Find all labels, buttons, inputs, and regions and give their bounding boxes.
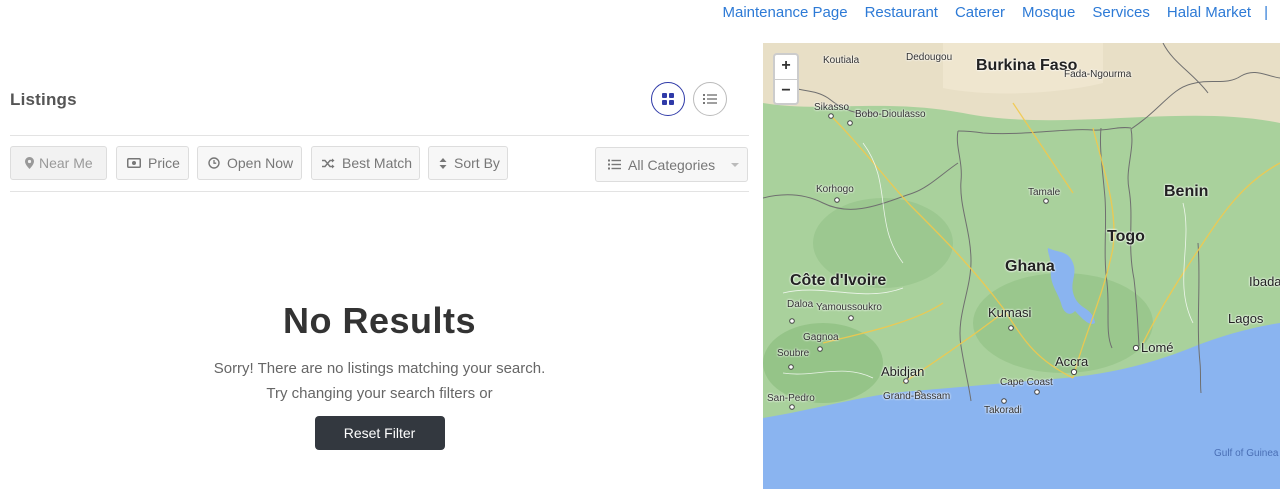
chevron-down-icon (731, 163, 739, 167)
map-label-town: Soubre (777, 348, 810, 359)
map-label-town: Dedougou (906, 52, 953, 63)
map-pin-icon (25, 157, 34, 169)
map[interactable]: + − Burkina Faso Benin Togo Ghana Côte d… (763, 43, 1280, 489)
map-label-town: Tamale (1028, 187, 1061, 198)
map-label-town: Takoradi (984, 405, 1022, 416)
nav-services[interactable]: Services (1092, 4, 1150, 21)
map-label-town: Fada-Ngourma (1064, 69, 1132, 80)
grid-view-button[interactable] (651, 82, 685, 116)
near-me-button[interactable]: Near Me (10, 146, 107, 180)
nav-restaurant[interactable]: Restaurant (865, 4, 938, 21)
list-icon (608, 159, 621, 170)
grid-icon (662, 93, 674, 105)
price-label: Price (148, 155, 180, 171)
map-label-city: Ibadan (1249, 274, 1280, 289)
map-label-city: Lagos (1228, 311, 1264, 326)
map-label-country: Togo (1107, 228, 1145, 245)
map-label-town: Yamoussoukro (816, 302, 882, 313)
open-now-button[interactable]: Open Now (197, 146, 302, 180)
near-me-label: Near Me (39, 155, 93, 171)
listings-title: Listings (10, 90, 77, 109)
map-label-town: Koutiala (823, 55, 860, 66)
map-label-city: Accra (1055, 354, 1089, 369)
no-results-message: Sorry! There are no listings matching yo… (213, 360, 546, 377)
map-label-city: Kumasi (988, 305, 1032, 320)
map-label-town: Cape Coast (1000, 377, 1053, 388)
top-nav: Maintenance Page Restaurant Caterer Mosq… (722, 0, 1280, 24)
price-filter-button[interactable]: Price (116, 146, 189, 180)
divider (10, 135, 749, 136)
map-label-town: Sikasso (814, 102, 850, 113)
money-icon (127, 158, 141, 168)
best-match-label: Best Match (342, 155, 413, 171)
map-zoom-control: + − (773, 53, 799, 105)
map-label-country: Burkina Faso (976, 57, 1078, 74)
sort-by-label: Sort By (454, 155, 500, 171)
nav-mosque[interactable]: Mosque (1022, 4, 1075, 21)
listings-panel: Listings Near Me Price Open Now Best Mat… (10, 0, 749, 489)
map-label-country: Côte d'Ivoire (790, 272, 887, 289)
map-label-town: San-Pedro (767, 393, 815, 404)
categories-value: All Categories (628, 156, 716, 173)
empty-state: No Results Sorry! There are no listings … (10, 300, 749, 450)
no-results-heading: No Results (282, 300, 477, 341)
nav-separator: | (1264, 3, 1268, 21)
best-match-button[interactable]: Best Match (311, 146, 420, 180)
nav-halal-market[interactable]: Halal Market (1167, 4, 1251, 21)
sort-icon (439, 157, 447, 169)
map-label-town: Gagnoa (803, 332, 839, 343)
map-label-town: Daloa (787, 299, 814, 310)
map-label-country: Benin (1164, 183, 1209, 200)
no-results-hint: Try changing your search filters or (266, 385, 493, 402)
map-label-town: Korhogo (816, 184, 854, 195)
map-label-sea: Gulf of Guinea (1214, 448, 1279, 459)
list-view-button[interactable] (693, 82, 727, 116)
zoom-out-button[interactable]: − (775, 79, 797, 103)
nav-caterer[interactable]: Caterer (955, 4, 1005, 21)
zoom-in-button[interactable]: + (775, 55, 797, 79)
map-label-country: Ghana (1005, 258, 1055, 275)
divider (10, 191, 749, 192)
sort-by-button[interactable]: Sort By (428, 146, 508, 180)
map-label-town: Grand-Bassam (883, 391, 951, 402)
map-label-town: Bobo-Dioulasso (855, 109, 926, 120)
list-icon (703, 94, 717, 104)
map-label-city: Lomé (1141, 340, 1174, 355)
clock-icon (208, 157, 220, 169)
shuffle-icon (322, 158, 335, 168)
categories-select[interactable]: All Categories (595, 147, 748, 182)
map-label-city: Abidjan (881, 364, 925, 379)
reset-filter-button[interactable]: Reset Filter (314, 416, 445, 450)
open-now-label: Open Now (227, 155, 294, 171)
